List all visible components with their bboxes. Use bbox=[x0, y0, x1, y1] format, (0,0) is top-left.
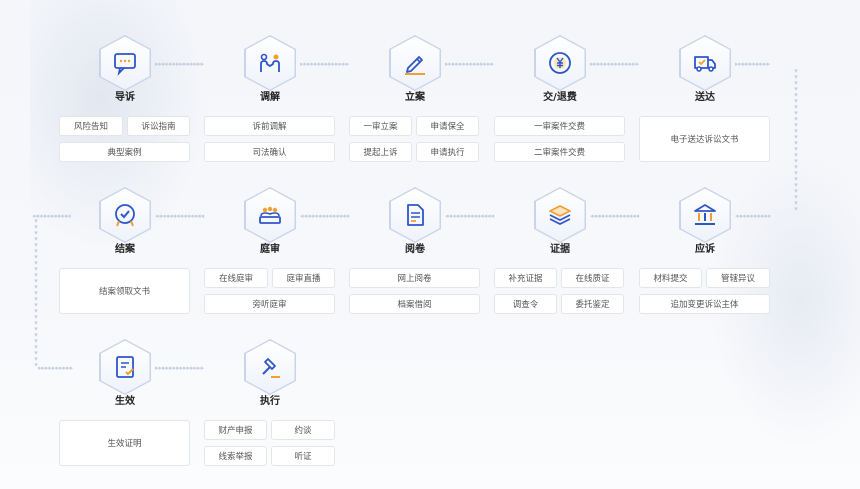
layers-icon bbox=[549, 205, 571, 226]
stage-label: 立案 bbox=[405, 92, 425, 103]
flow-arrow-right: ▸▸▸▸▸▸▸▸▸▸▸▸▸▸ bbox=[155, 60, 205, 68]
stage-label: 结案 bbox=[115, 244, 135, 255]
tag-button[interactable]: 典型案例 bbox=[59, 142, 190, 162]
certificate-icon bbox=[116, 356, 134, 378]
flow-arrow-down: ▾ ▾ ▾ ▾ ▾ ▾ ▾ ▾ ▾ ▾ ▾ ▾ ▾ ▾ ▾ ▾ ▾ ▾ ▾ ▾ ▾ ▾ ▾ ▾ ▾ bbox=[34, 218, 38, 366]
tag-button[interactable]: 申请执行 bbox=[416, 142, 479, 162]
delivery-truck-icon bbox=[694, 56, 716, 72]
tag-button[interactable]: 档案借阅 bbox=[349, 294, 480, 314]
tag-button[interactable]: 补充证据 bbox=[494, 268, 557, 288]
tag-button[interactable]: 调查令 bbox=[494, 294, 557, 314]
stage-label: 调解 bbox=[260, 92, 280, 103]
flow-arrow-left: ◂◂◂◂◂◂◂◂◂◂◂◂◂◂ bbox=[590, 212, 640, 220]
stage-label: 庭审 bbox=[260, 244, 280, 255]
yuan-icon bbox=[549, 52, 571, 74]
tag-button[interactable]: 网上阅卷 bbox=[349, 268, 480, 288]
courthouse-icon bbox=[694, 204, 716, 225]
tag-button[interactable]: 提起上诉 bbox=[349, 142, 412, 162]
tag-button[interactable]: 电子送达诉讼文书 bbox=[639, 116, 770, 162]
tag-button[interactable]: 追加变更诉讼主体 bbox=[639, 294, 770, 314]
tag-button[interactable]: 生效证明 bbox=[59, 420, 190, 466]
flow-arrow-right: ▸▸▸▸▸▸▸▸▸▸▸▸▸▸ bbox=[590, 60, 640, 68]
chat-icon bbox=[114, 53, 136, 76]
tag-button[interactable]: 约谈 bbox=[271, 420, 335, 440]
stage-label: 交/退费 bbox=[543, 92, 577, 103]
tag-button[interactable]: 财产申报 bbox=[204, 420, 267, 440]
flow-arrow-right: ▸▸▸▸▸▸▸▸▸▸ bbox=[38, 364, 74, 372]
tag-button[interactable]: 委托鉴定 bbox=[561, 294, 624, 314]
tag-button[interactable]: 诉前调解 bbox=[204, 116, 335, 136]
flow-arrow-left: ◂◂◂◂◂◂◂◂◂◂◂◂◂◂ bbox=[445, 212, 495, 220]
tag-button[interactable]: 管辖异议 bbox=[706, 268, 770, 288]
tag-button[interactable]: 诉讼指南 bbox=[127, 116, 190, 136]
pen-icon bbox=[405, 56, 425, 75]
tag-button[interactable]: 申请保全 bbox=[416, 116, 479, 136]
tag-button[interactable]: 一审立案 bbox=[349, 116, 412, 136]
check-badge-icon bbox=[115, 204, 135, 227]
stage-label: 生效 bbox=[115, 396, 135, 407]
flow-arrow-right: ▸▸▸▸▸▸▸▸▸▸▸▸▸▸ bbox=[300, 60, 350, 68]
tag-button[interactable]: 听证 bbox=[271, 446, 335, 466]
tag-button[interactable]: 线索举报 bbox=[204, 446, 267, 466]
tag-button[interactable]: 结案领取文书 bbox=[59, 268, 190, 314]
stage-label: 应诉 bbox=[695, 244, 715, 255]
tag-button[interactable]: 一审案件交费 bbox=[494, 116, 625, 136]
flow-arrow-down: ▾ ▾ ▾ ▾ ▾ ▾ ▾ ▾ ▾ ▾ ▾ ▾ ▾ ▾ ▾ ▾ ▾ ▾ ▾ ▾ ▾ ▾ ▾ ▾ bbox=[794, 68, 798, 213]
tag-button[interactable]: 风险告知 bbox=[59, 116, 123, 136]
stage-label: 执行 bbox=[260, 396, 280, 407]
gavel-icon bbox=[262, 358, 280, 378]
tag-button[interactable]: 二审案件交费 bbox=[494, 142, 625, 162]
tag-button[interactable]: 司法确认 bbox=[204, 142, 335, 162]
tag-button[interactable]: 在线庭审 bbox=[204, 268, 268, 288]
flow-arrow-right: ▸▸▸▸▸▸▸▸▸▸ bbox=[735, 60, 771, 68]
flow-arrow-left: ◂◂◂◂◂◂◂◂◂◂◂◂◂◂ bbox=[155, 212, 205, 220]
flow-arrow-left: ◂◂◂◂◂◂◂◂◂◂◂◂◂◂ bbox=[300, 212, 350, 220]
document-icon bbox=[407, 204, 424, 226]
tag-button[interactable]: 旁听庭审 bbox=[204, 294, 335, 314]
stage-label: 导诉 bbox=[115, 92, 135, 103]
flow-arrow-right: ▸▸▸▸▸▸▸▸▸▸▸▸▸▸ bbox=[445, 60, 495, 68]
tag-button[interactable]: 庭审直播 bbox=[272, 268, 335, 288]
tag-button[interactable]: 材料提交 bbox=[639, 268, 702, 288]
tag-button[interactable]: 在线质证 bbox=[561, 268, 624, 288]
flow-arrow-left: ◂◂◂◂◂◂◂◂◂◂ bbox=[735, 212, 771, 220]
stage-label: 证据 bbox=[550, 244, 570, 255]
mediation-icon bbox=[260, 53, 280, 72]
stage-label: 阅卷 bbox=[405, 244, 425, 255]
flow-arrow-left: ◂◂◂◂◂◂◂◂◂◂◂ bbox=[32, 212, 71, 220]
courtroom-icon bbox=[259, 206, 281, 224]
stage-label: 送达 bbox=[695, 92, 715, 103]
flow-arrow-right: ▸▸▸▸▸▸▸▸▸▸▸▸▸▸ bbox=[155, 364, 205, 372]
